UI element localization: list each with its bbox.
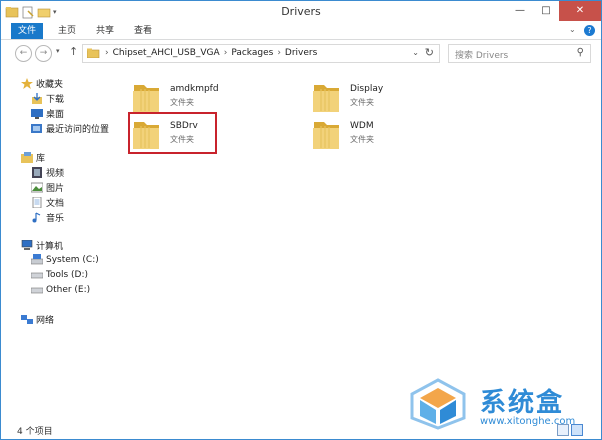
folder-icon [311,118,341,153]
forward-button[interactable]: → [35,45,52,62]
watermark: 系统盒 www.xitonghe.com [408,378,594,430]
system-drive-icon [30,254,44,265]
nav-item-drive-d[interactable]: Tools (D:) [30,269,89,280]
folder-icon [131,81,161,116]
folder-item[interactable]: amdkmpfd 文件夹 [121,75,301,115]
nav-computer-label: 计算机 [36,242,64,252]
close-button[interactable]: ✕ [559,1,601,21]
breadcrumb-chipset[interactable]: Chipset_AHCI_USB_VGA [113,48,220,58]
highlight-box [128,112,217,154]
nav-item-music[interactable]: 音乐 [31,211,64,224]
search-icon[interactable]: ⚲ [577,47,584,58]
recent-locations-icon[interactable]: ▾ [56,47,60,55]
tab-home[interactable]: 主页 [51,23,83,39]
nav-favorites[interactable]: 收藏夹 [21,77,63,90]
nav-item-label: 最近访问的位置 [46,125,110,135]
tab-share[interactable]: 共享 [89,23,121,39]
nav-network[interactable]: 网络 [21,313,54,326]
nav-item-label: 音乐 [46,214,65,224]
drive-icon [30,284,44,295]
nav-item-label: System (C:) [46,254,99,265]
nav-item-label: Tools (D:) [46,269,89,280]
window-controls: — □ ✕ [507,1,601,21]
refresh-icon[interactable]: ↻ [425,46,434,59]
drive-icon [30,269,44,280]
nav-item-label: 下载 [46,95,65,105]
search-input[interactable]: 搜索 Drivers ⚲ [448,44,591,63]
file-name: amdkmpfd [170,84,219,94]
folder-icon [311,81,341,116]
computer-icon [21,239,33,251]
breadcrumb-packages[interactable]: Packages [231,48,273,58]
help-icon[interactable]: ? [584,25,595,36]
navigation-pane: 收藏夹 下载 桌面 最近访问的位置 库 视频 图片 文档 音乐 计算机 Syst… [1,67,117,417]
music-icon [31,212,43,223]
nav-libraries[interactable]: 库 [21,151,45,164]
expand-ribbon-icon[interactable]: ⌄ [569,25,579,35]
library-icon [21,152,33,163]
nav-item-label: 桌面 [46,110,65,120]
up-arrow-icon[interactable]: ↑ [69,45,78,58]
chevron-right-icon: › [277,48,281,58]
nav-item-recent[interactable]: 最近访问的位置 [31,122,109,135]
nav-item-downloads[interactable]: 下载 [31,92,64,105]
file-name: WDM [350,121,374,131]
nav-favorites-label: 收藏夹 [36,80,64,90]
chevron-down-icon[interactable]: ⌄ [412,48,419,57]
nav-item-label: 文档 [46,199,65,209]
item-count: 4 个项目 [17,427,53,437]
chevron-right-icon: › [105,48,109,58]
star-icon [21,78,33,89]
desktop-icon [31,108,43,119]
watermark-brand: 系统盒 [480,388,565,418]
nav-item-documents[interactable]: 文档 [31,196,64,209]
watermark-logo-icon [410,378,466,430]
watermark-url: www.xitonghe.com [480,416,576,427]
recent-places-icon [31,123,43,134]
nav-item-drive-e[interactable]: Other (E:) [30,284,91,295]
address-bar[interactable]: › Chipset_AHCI_USB_VGA › Packages › Driv… [82,44,440,63]
title-bar: ▾ Drivers — □ ✕ [1,1,601,23]
video-icon [31,167,43,178]
nav-item-label: 视频 [46,169,65,179]
pictures-icon [30,182,44,193]
nav-item-pictures[interactable]: 图片 [30,181,65,194]
folder-icon [86,48,101,61]
tab-file[interactable]: 文件 [11,23,43,39]
explorer-window: ▾ Drivers — □ ✕ 文件 主页 共享 查看 ⌄ ? ← → ▾ ↑ … [0,0,602,440]
file-type: 文件夹 [170,98,194,107]
nav-item-label: Other (E:) [46,284,91,295]
file-type: 文件夹 [350,135,374,144]
file-name: Display [350,84,384,94]
chevron-right-icon: › [223,48,228,58]
file-type: 文件夹 [350,98,374,107]
nav-network-label: 网络 [36,316,55,326]
minimize-button[interactable]: — [507,1,533,21]
folder-item[interactable]: Display 文件夹 [301,75,481,115]
breadcrumb: › Chipset_AHCI_USB_VGA › Packages › Driv… [105,48,317,58]
nav-item-drive-c[interactable]: System (C:) [30,254,99,265]
back-button[interactable]: ← [15,45,32,62]
search-placeholder: 搜索 Drivers [455,51,509,61]
nav-item-desktop[interactable]: 桌面 [31,107,64,120]
nav-libraries-label: 库 [36,154,46,164]
folder-item[interactable]: WDM 文件夹 [301,112,481,152]
navigation-bar: ← → ▾ ↑ › Chipset_AHCI_USB_VGA › Package… [1,41,601,65]
maximize-button[interactable]: □ [533,1,559,21]
download-icon [31,93,43,104]
document-icon [31,196,43,209]
network-icon [21,314,33,325]
nav-computer[interactable]: 计算机 [21,239,63,252]
nav-item-videos[interactable]: 视频 [31,166,64,179]
ribbon-tabs: 文件 主页 共享 查看 ⌄ ? [1,23,601,40]
nav-item-label: 图片 [46,184,65,194]
breadcrumb-drivers[interactable]: Drivers [285,48,317,58]
tab-view[interactable]: 查看 [127,23,159,39]
